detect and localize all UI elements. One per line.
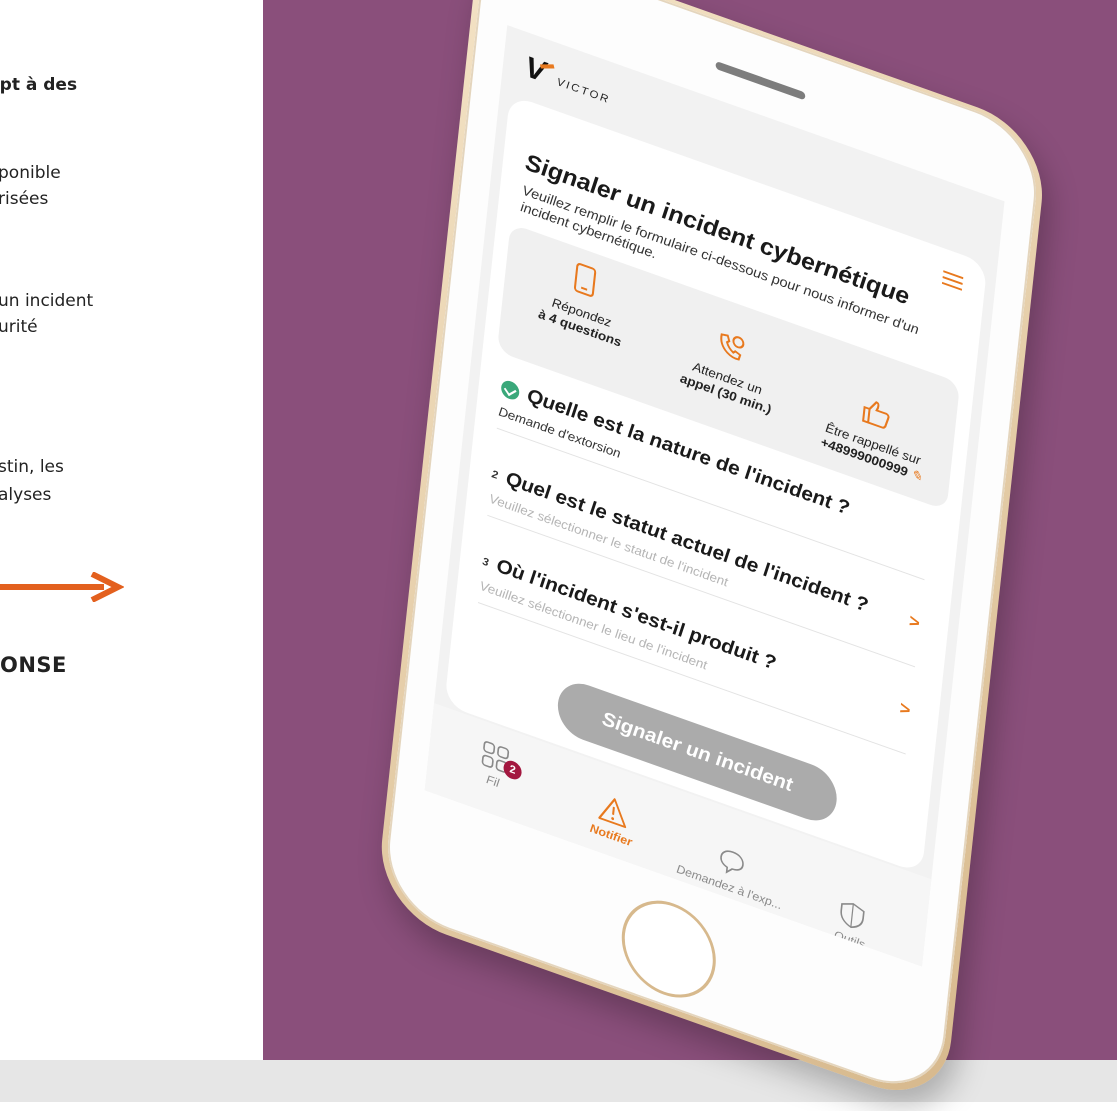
tab-label: Fil	[485, 772, 500, 791]
question-number: 3	[481, 555, 490, 569]
left-text-line: ponible	[0, 163, 61, 183]
left-text-line: un incident	[0, 291, 94, 311]
speaker-grille	[715, 60, 806, 101]
app-screen: V VICTOR Signaler un incident cybernétiq…	[424, 25, 1005, 967]
question-number: 2	[491, 467, 499, 482]
left-text-line: alyses	[0, 485, 52, 505]
logo-accent	[539, 64, 555, 69]
tab-outils[interactable]: Outils	[794, 883, 908, 966]
floor-strip	[0, 1060, 1117, 1102]
chevron-right-icon[interactable]: >	[908, 610, 921, 634]
step-callback: Être rappellé sur +48999000999 ✎	[801, 375, 948, 492]
edit-pencil-icon[interactable]: ✎	[910, 466, 922, 484]
brand-name: VICTOR	[556, 76, 611, 107]
check-icon	[500, 377, 521, 402]
arrow-right-icon	[0, 572, 124, 602]
notification-badge: 2	[502, 758, 523, 782]
left-text-line: urité	[0, 317, 38, 337]
phone-body: V VICTOR Signaler un incident cybernétiq…	[381, 0, 1043, 1103]
tab-notifier[interactable]: Notifier	[555, 778, 669, 861]
phone-call-icon	[720, 333, 745, 361]
chevron-right-icon[interactable]: >	[899, 698, 912, 722]
step-answer: Répondez à 4 questions	[509, 240, 656, 361]
logo-mark: V	[523, 50, 548, 90]
left-text-heading: ONSE	[0, 653, 67, 677]
phone-mockup: V VICTOR Signaler un incident cybernétiq…	[374, 0, 1050, 1111]
left-marketing-text: sept à des ponible risées un incident ur…	[0, 0, 270, 1060]
shield-icon	[840, 903, 865, 928]
phone-icon	[573, 263, 597, 297]
thumbs-up-icon	[862, 401, 890, 429]
chat-bubble-icon	[720, 850, 744, 874]
home-button[interactable]	[617, 887, 721, 1012]
left-text-line: risées	[0, 189, 49, 209]
left-text-line: s	[0, 424, 1, 450]
step-wait-call: Attendez un appel (30 min.)	[655, 307, 802, 426]
hamburger-menu-icon[interactable]	[941, 270, 964, 291]
left-text-line: stin, les	[0, 457, 64, 477]
left-text-line: sept à des	[0, 75, 78, 95]
tab-ask-expert[interactable]: Demandez à l'exp...	[674, 830, 788, 913]
